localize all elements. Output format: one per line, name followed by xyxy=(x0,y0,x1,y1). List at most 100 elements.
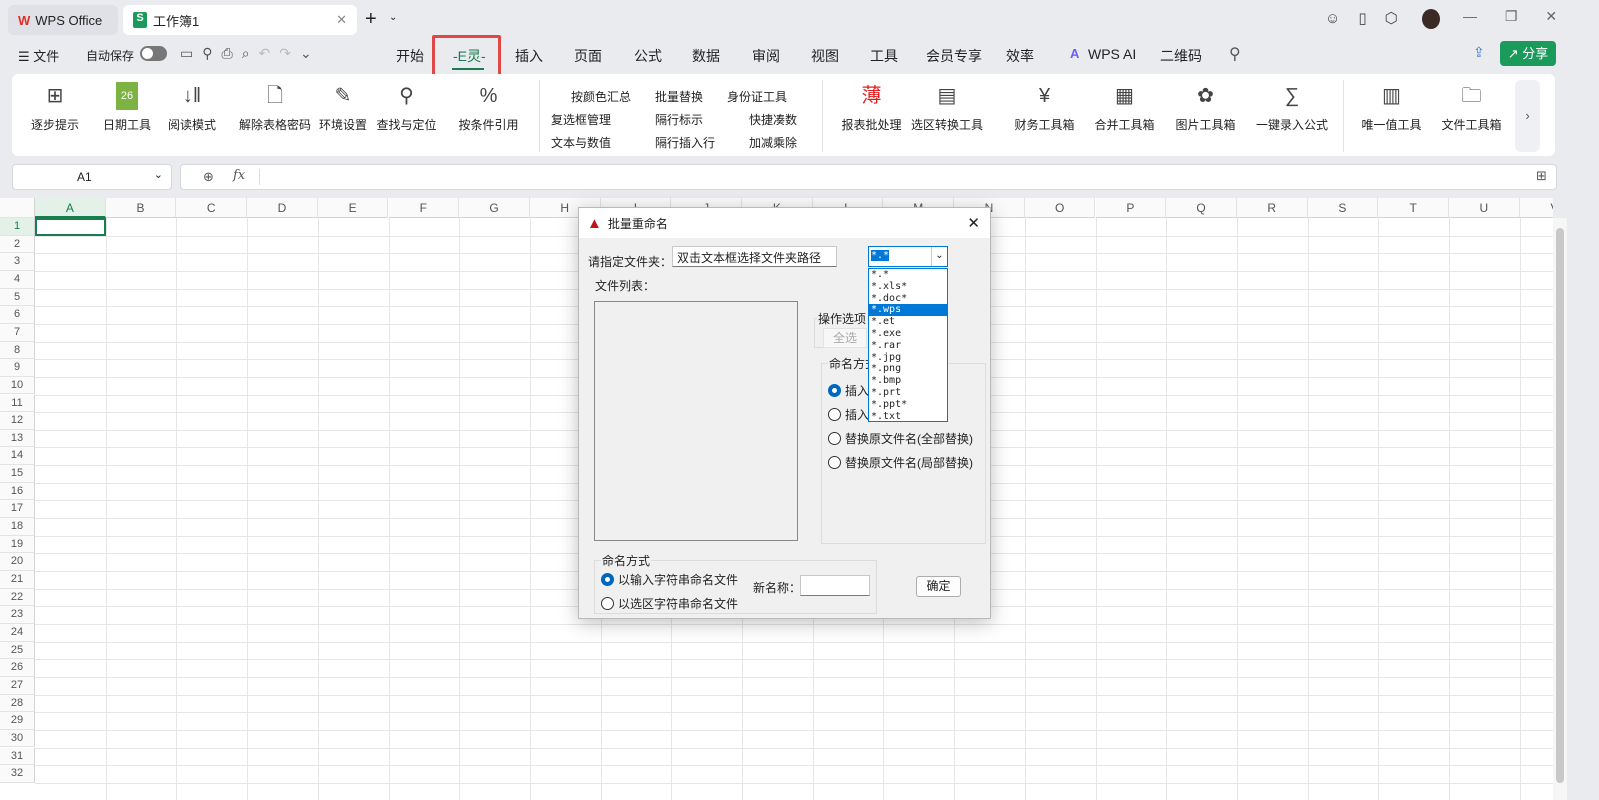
ribbon-small-2[interactable]: 文本与数值 xyxy=(551,134,611,151)
ribbon-btn-3[interactable]: 🗋 解除表格密码 xyxy=(229,74,321,133)
folder-path-input[interactable]: 双击文本框选择文件夹路径 xyxy=(672,246,837,267)
filter-option[interactable]: *.* xyxy=(869,269,947,281)
row-header[interactable]: 10 xyxy=(0,376,35,395)
column-header[interactable]: O xyxy=(1024,198,1096,218)
restore-icon[interactable]: ❐ xyxy=(1505,8,1518,24)
filter-option[interactable]: *.jpg xyxy=(869,352,947,364)
cloud-upload-icon[interactable]: ⇪ xyxy=(1473,44,1485,61)
ribbon-btn2-4[interactable]: ✿ 图片工具箱 xyxy=(1166,74,1245,133)
menu-tab-9[interactable]: 会员专享 xyxy=(926,46,982,66)
column-header[interactable]: R xyxy=(1236,198,1308,218)
menu-tab-5[interactable]: 数据 xyxy=(692,46,720,66)
ribbon-btn2-0[interactable]: 薄报表批处理 xyxy=(832,74,911,133)
row-header[interactable]: 26 xyxy=(0,659,35,677)
filter-option[interactable]: *.exe xyxy=(869,328,947,340)
select-all-button[interactable]: 全选 xyxy=(823,328,867,348)
cube-icon[interactable]: ⬡ xyxy=(1385,10,1416,27)
column-header[interactable]: U xyxy=(1449,198,1520,218)
menu-tab-12[interactable]: 二维码 xyxy=(1160,46,1202,66)
column-header[interactable]: S xyxy=(1307,198,1379,218)
row-header[interactable]: 7 xyxy=(0,323,35,342)
name-box[interactable]: A1 ⌄ xyxy=(12,164,172,190)
row-header[interactable]: 20 xyxy=(0,553,35,571)
close-icon[interactable]: ✕ xyxy=(1545,8,1557,24)
row-header[interactable]: 18 xyxy=(0,518,35,536)
fx-icon[interactable]: fx xyxy=(233,168,245,183)
tab-wps-office[interactable]: W WPS Office xyxy=(8,5,118,35)
ribbon-btn-1[interactable]: 26 日期工具 xyxy=(94,74,160,133)
minimize-icon[interactable]: — xyxy=(1463,8,1477,24)
ribbon-btn3-1[interactable]: 🗀 文件工具箱 xyxy=(1432,74,1511,133)
row-header[interactable]: 5 xyxy=(0,288,35,307)
filter-option[interactable]: *.txt xyxy=(869,411,947,423)
row-header[interactable]: 21 xyxy=(0,571,35,589)
skin-icon[interactable]: ☺ xyxy=(1325,10,1358,27)
row-header[interactable]: 31 xyxy=(0,747,35,766)
radio-name-by-selection[interactable]: 以选区字符串命名文件 xyxy=(601,595,738,612)
filter-option[interactable]: *.prt xyxy=(869,387,947,399)
file-menu[interactable]: ☰ 文件 xyxy=(18,46,59,65)
row-header[interactable]: 13 xyxy=(0,429,35,448)
radio-insert-2[interactable]: 插入 xyxy=(828,406,869,423)
file-list[interactable] xyxy=(594,301,798,541)
filter-option[interactable]: *.bmp xyxy=(869,375,947,387)
menu-tab-8[interactable]: 工具 xyxy=(870,46,898,66)
menu-tab-2[interactable]: 插入 xyxy=(515,46,543,66)
filter-option[interactable]: *.xls* xyxy=(869,281,947,293)
selected-cell-a1[interactable] xyxy=(35,218,106,236)
print-icon[interactable]: ⎙ xyxy=(222,45,242,61)
column-header[interactable]: Q xyxy=(1166,198,1237,218)
row-header[interactable]: 15 xyxy=(0,465,35,483)
row-header[interactable]: 32 xyxy=(0,765,35,783)
column-header[interactable]: D xyxy=(247,198,318,218)
ribbon-small-6[interactable]: 身份证工具 xyxy=(727,88,787,105)
row-header[interactable]: 3 xyxy=(0,253,35,271)
more-icon[interactable]: ⌄ xyxy=(300,45,321,61)
column-header[interactable]: T xyxy=(1378,198,1449,218)
column-header[interactable]: P xyxy=(1095,198,1167,218)
ribbon-btn-2[interactable]: ↓‖ 阅读模式 xyxy=(159,74,225,133)
scrollbar-thumb[interactable] xyxy=(1556,228,1564,783)
radio-replace-all[interactable]: 替换原文件名(全部替换) xyxy=(828,430,973,447)
menu-tab-4[interactable]: 公式 xyxy=(634,46,662,66)
menu-tab-0[interactable]: 开始 xyxy=(396,46,424,66)
row-header[interactable]: 6 xyxy=(0,306,35,324)
chevron-down-icon[interactable]: ⌄ xyxy=(931,247,947,266)
column-header[interactable]: A xyxy=(35,198,106,218)
search-icon[interactable]: ⚲ xyxy=(1229,44,1241,64)
undo-icon[interactable]: ↶ xyxy=(259,45,280,61)
column-header[interactable]: E xyxy=(317,198,389,218)
ribbon-small-8[interactable]: 加减乘除 xyxy=(749,134,797,151)
ribbon-btn2-3[interactable]: ▦ 合并工具箱 xyxy=(1085,74,1164,133)
row-header[interactable]: 4 xyxy=(0,270,35,289)
ribbon-btn2-1[interactable]: ▤ 选区转换工具 xyxy=(901,74,993,133)
row-header[interactable]: 17 xyxy=(0,500,35,519)
chevron-down-icon[interactable]: ⌄ xyxy=(389,12,397,23)
filter-dropdown-list[interactable]: *.* *.xls* *.doc* *.wps *.et *.exe *.rar *.jpg *… xyxy=(868,268,948,422)
row-header[interactable]: 11 xyxy=(0,394,35,413)
ribbon-btn2-2[interactable]: ¥ 财务工具箱 xyxy=(1005,74,1084,133)
ribbon-btn3-0[interactable]: ▥ 唯一值工具 xyxy=(1352,74,1431,133)
key-icon[interactable]: ⚲ xyxy=(202,45,221,61)
row-header[interactable]: 30 xyxy=(0,729,35,748)
row-header[interactable]: 22 xyxy=(0,588,35,607)
row-header[interactable]: 19 xyxy=(0,535,35,554)
column-header[interactable]: C xyxy=(176,198,248,218)
row-header[interactable]: 1 xyxy=(0,218,35,236)
menu-tab-10[interactable]: 效率 xyxy=(1006,46,1034,66)
redo-icon[interactable]: ↷ xyxy=(279,45,300,61)
ribbon-small-0[interactable]: 按颜色汇总 xyxy=(571,88,631,105)
filter-option[interactable]: *.png xyxy=(869,363,947,375)
menu-tab-11[interactable]: WPS AI xyxy=(1088,46,1136,62)
ribbon-small-1[interactable]: 复选框管理 xyxy=(551,111,611,128)
ok-button[interactable]: 确定 xyxy=(916,576,961,597)
row-header[interactable]: 27 xyxy=(0,676,35,695)
row-header[interactable]: 14 xyxy=(0,447,35,466)
vertical-scrollbar[interactable] xyxy=(1553,218,1567,800)
select-all-corner[interactable] xyxy=(0,198,35,218)
radio-insert-1[interactable]: 插入 xyxy=(828,382,869,399)
expand-formula-icon[interactable]: ⊞ xyxy=(1536,168,1547,184)
preview-icon[interactable]: ⌕ xyxy=(242,45,259,61)
menu-tab-3[interactable]: 页面 xyxy=(574,46,602,66)
chevron-down-icon[interactable]: ⌄ xyxy=(154,168,163,181)
